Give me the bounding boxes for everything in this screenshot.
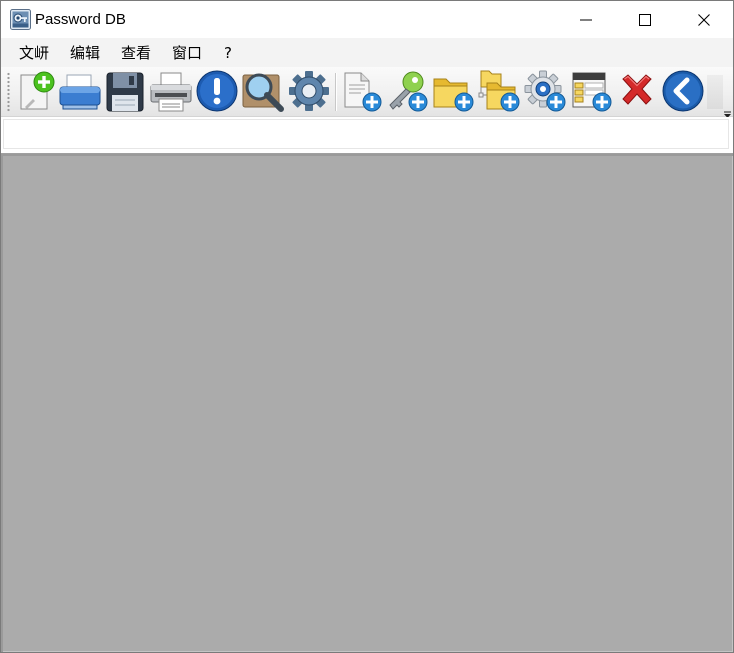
password-db-app-icon	[10, 9, 31, 30]
delete-x-icon	[622, 74, 652, 105]
search-magnifier-icon	[242, 73, 284, 112]
title-bar[interactable]: Password DB	[1, 1, 733, 38]
toolbar-add-table-button[interactable]	[569, 69, 613, 113]
menu-help[interactable]: ?	[224, 44, 232, 62]
add-config-icon	[524, 70, 566, 112]
toolbar-overflow-button[interactable]	[723, 104, 732, 118]
toolbar-print-button[interactable]	[149, 69, 193, 113]
toolbar-grip[interactable]	[7, 72, 10, 112]
minimize-icon	[580, 19, 592, 21]
open-scanner-icon	[59, 74, 101, 110]
toolbar-search-button[interactable]	[241, 69, 285, 113]
toolbar-open-button[interactable]	[57, 69, 101, 113]
toolbar-overflow-area	[707, 75, 723, 109]
mdi-client-area[interactable]	[1, 154, 733, 652]
toolbar-settings-button[interactable]	[287, 69, 331, 113]
toolbar-add-folder-button[interactable]	[431, 69, 475, 113]
toolbar-add-page-button[interactable]	[339, 69, 383, 113]
toolbar-add-subfolder-button[interactable]	[477, 69, 521, 113]
menu-window[interactable]: 窗口	[172, 44, 202, 62]
save-floppy-icon	[106, 72, 144, 112]
toolbar-back-button[interactable]	[661, 69, 705, 113]
maximize-button[interactable]	[616, 1, 674, 38]
alert-info-icon	[196, 70, 238, 112]
add-table-icon	[572, 72, 612, 112]
toolbar-separator	[335, 73, 337, 111]
window-title: Password DB	[35, 11, 126, 28]
minimize-button[interactable]	[557, 1, 615, 38]
main-toolbar	[1, 67, 733, 118]
add-subfolder-icon	[478, 70, 520, 112]
menu-edit[interactable]: 编辑	[70, 44, 100, 62]
address-input[interactable]	[3, 119, 729, 149]
new-document-icon	[20, 71, 55, 110]
menu-file[interactable]: 文岍	[19, 44, 49, 62]
address-bar	[1, 117, 733, 154]
menu-view[interactable]: 查看	[121, 44, 151, 62]
toolbar-alert-button[interactable]	[195, 69, 239, 113]
settings-gear-icon	[289, 71, 329, 111]
close-icon	[698, 14, 710, 26]
app-window: Password DB 文岍 编辑 查看 窗口 ?	[0, 0, 734, 653]
toolbar-add-config-button[interactable]	[523, 69, 567, 113]
menu-bar: 文岍 编辑 查看 窗口 ?	[1, 38, 733, 67]
back-arrow-icon	[662, 70, 704, 112]
toolbar-add-key-button[interactable]	[385, 69, 429, 113]
add-key-icon	[389, 71, 428, 112]
toolbar-new-button[interactable]	[13, 69, 57, 113]
add-folder-icon	[433, 78, 474, 112]
maximize-icon	[639, 14, 651, 26]
toolbar-delete-button[interactable]	[615, 69, 659, 113]
close-button[interactable]	[675, 1, 733, 38]
printer-icon	[150, 72, 192, 112]
toolbar-save-button[interactable]	[103, 69, 147, 113]
add-page-icon	[344, 72, 382, 112]
